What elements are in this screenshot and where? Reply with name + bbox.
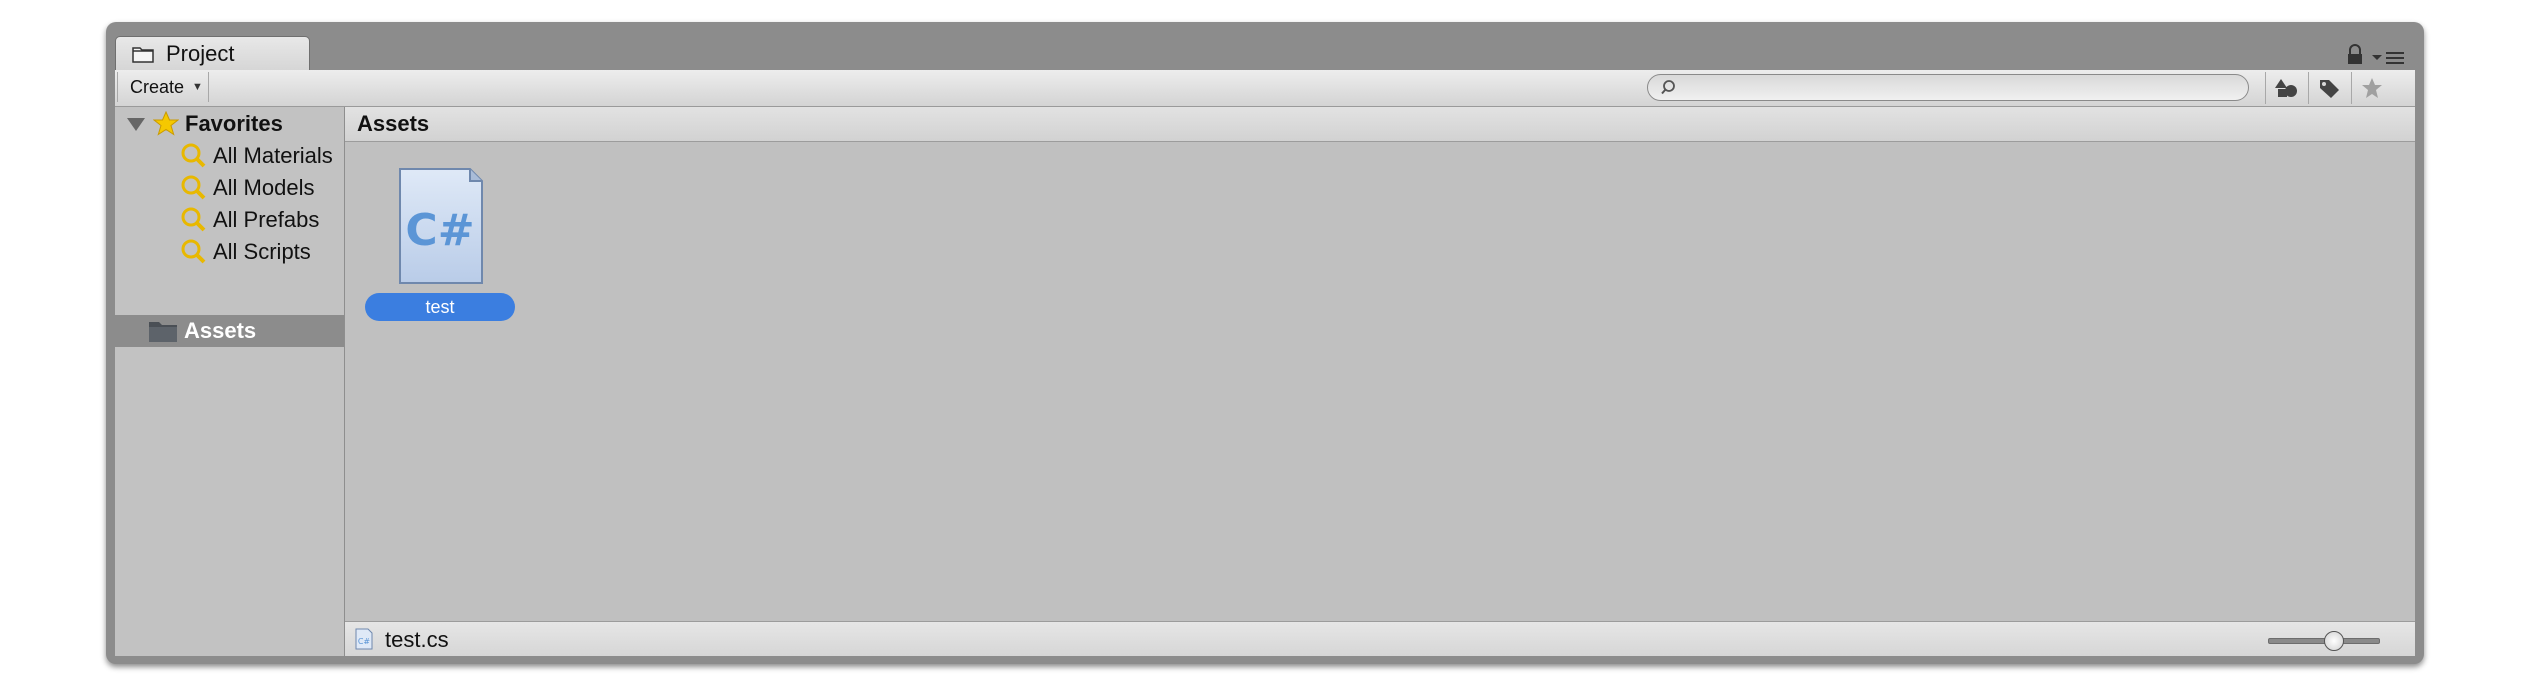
magnifier-icon bbox=[181, 207, 206, 232]
shapes-icon bbox=[2275, 79, 2297, 97]
star-icon bbox=[153, 111, 179, 136]
sidebar-item-label: All Materials bbox=[213, 143, 333, 168]
star-outline-icon bbox=[2362, 78, 2382, 98]
sidebar-item-all-models[interactable]: All Models bbox=[179, 173, 314, 203]
expand-triangle-icon[interactable] bbox=[127, 117, 145, 131]
sidebar: Favorites All Materials All Models All P… bbox=[115, 107, 345, 656]
magnifier-icon bbox=[181, 175, 206, 200]
project-window: Project Create ▼ Favorites All Materials… bbox=[106, 22, 2424, 664]
save-search-button[interactable] bbox=[2351, 72, 2392, 104]
svg-text:C#: C# bbox=[358, 637, 371, 646]
folder-icon bbox=[149, 322, 177, 342]
csharp-script-icon: C# bbox=[399, 168, 483, 284]
sidebar-item-all-prefabs[interactable]: All Prefabs bbox=[179, 205, 319, 235]
dropdown-caret-icon: ▼ bbox=[192, 81, 203, 93]
panel-menu-icon[interactable] bbox=[2370, 48, 2406, 66]
asset-browser: Assets C# test C# test.cs bbox=[345, 107, 2415, 656]
toolbar: Create ▼ bbox=[115, 70, 2415, 107]
sidebar-item-label: All Models bbox=[213, 175, 315, 200]
slider-thumb[interactable] bbox=[2324, 631, 2345, 651]
sidebar-item-all-scripts[interactable]: All Scripts bbox=[179, 237, 311, 267]
search-input[interactable] bbox=[1647, 74, 2249, 101]
asset-name-label: test bbox=[365, 293, 515, 321]
create-button[interactable]: Create ▼ bbox=[117, 72, 209, 102]
sidebar-item-all-materials[interactable]: All Materials bbox=[179, 141, 333, 171]
tab-project[interactable]: Project bbox=[115, 36, 310, 70]
filter-by-label-button[interactable] bbox=[2308, 72, 2349, 104]
page-title: Assets bbox=[357, 111, 430, 136]
sidebar-item-assets[interactable]: Assets bbox=[115, 315, 344, 347]
sidebar-item-label: All Scripts bbox=[213, 239, 311, 264]
search-icon bbox=[1661, 80, 1675, 95]
tag-icon bbox=[2320, 80, 2339, 98]
sidebar-item-label: All Prefabs bbox=[213, 207, 320, 232]
sidebar-item-label: Assets bbox=[184, 318, 257, 343]
create-button-label: Create bbox=[130, 76, 185, 97]
magnifier-icon bbox=[181, 143, 206, 168]
favorites-label: Favorites bbox=[185, 111, 283, 136]
asset-item[interactable]: C# test bbox=[365, 167, 515, 327]
csharp-file-small-icon: C# bbox=[355, 628, 373, 650]
folder-icon bbox=[132, 46, 154, 63]
filter-by-type-button[interactable] bbox=[2265, 72, 2306, 104]
sidebar-favorites-header[interactable]: Favorites bbox=[115, 109, 344, 139]
magnifier-icon bbox=[181, 239, 206, 264]
breadcrumb: Assets bbox=[345, 107, 2415, 142]
icon-size-slider[interactable] bbox=[2268, 631, 2380, 651]
tab-label: Project bbox=[166, 40, 235, 66]
lock-icon[interactable] bbox=[2344, 44, 2366, 66]
selected-file-path: test.cs bbox=[385, 627, 449, 652]
status-bar: C# test.cs bbox=[345, 621, 2415, 656]
svg-text:C#: C# bbox=[405, 205, 474, 256]
title-bar: Project bbox=[106, 22, 2424, 70]
